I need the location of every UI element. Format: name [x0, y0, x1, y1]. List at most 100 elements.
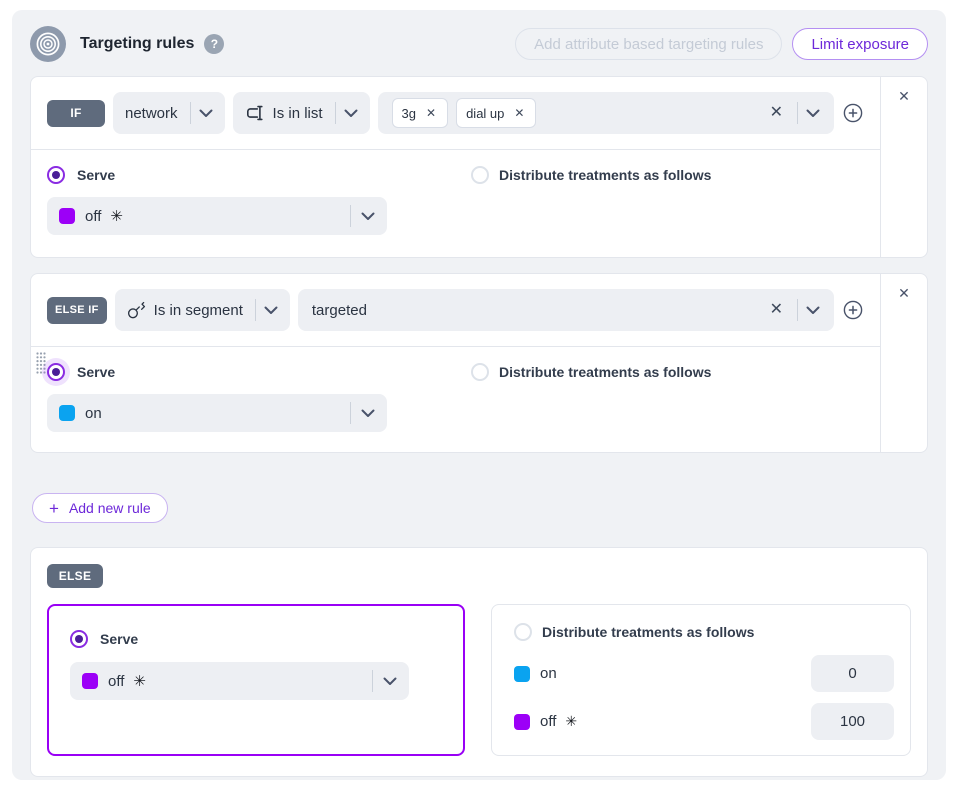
- help-icon[interactable]: ?: [204, 34, 224, 54]
- treatment-color-swatch: [59, 208, 75, 224]
- treatment-select[interactable]: off ✳: [70, 662, 409, 700]
- select-divider: [190, 102, 191, 124]
- add-condition-icon[interactable]: [842, 102, 864, 124]
- remove-rule-icon[interactable]: ✕: [898, 89, 910, 103]
- default-rule-row: Serve off ✳ Distribute treatments as fol…: [47, 604, 911, 756]
- treatment-select-value: off: [108, 673, 124, 690]
- value-chip-label: 3g: [402, 106, 416, 121]
- plus-icon: +: [49, 500, 59, 517]
- chevron-down-icon[interactable]: [199, 109, 213, 118]
- segment-select[interactable]: targeted ✕: [298, 289, 834, 331]
- chevron-down-icon[interactable]: [361, 212, 375, 221]
- if-badge: IF: [47, 100, 105, 127]
- value-chip: dial up ✕: [456, 98, 536, 128]
- targeting-rules-page: { "header": { "title": "Targeting rules"…: [0, 0, 959, 792]
- treatment-color-swatch: [59, 405, 75, 421]
- condition-row: ELSE IF Is in segment targeted ✕: [31, 274, 880, 347]
- else-if-badge: ELSE IF: [47, 297, 107, 324]
- chevron-down-icon[interactable]: [264, 306, 278, 315]
- key-icon: [127, 301, 146, 320]
- serve-radio[interactable]: [47, 166, 65, 184]
- distribute-radio[interactable]: [471, 166, 489, 184]
- value-chip: 3g ✕: [392, 98, 449, 128]
- serve-option: Serve: [47, 363, 864, 381]
- chevron-down-icon[interactable]: [383, 677, 397, 686]
- treatment-select-value: on: [85, 405, 102, 422]
- target-icon: [30, 26, 66, 62]
- values-multiselect[interactable]: 3g ✕ dial up ✕ ✕: [378, 92, 834, 134]
- attribute-select[interactable]: network: [113, 92, 225, 134]
- rule-card-else-if: ✕ ELSE IF Is in segment: [30, 273, 928, 453]
- matcher-select[interactable]: Is in segment: [115, 289, 290, 331]
- value-chip-label: dial up: [466, 106, 504, 121]
- matcher-select-value: Is in segment: [154, 302, 243, 319]
- allocation-row: on 0: [514, 655, 894, 692]
- chevron-down-icon[interactable]: [806, 306, 820, 315]
- add-new-rule-label: Add new rule: [69, 500, 151, 516]
- limit-exposure-button[interactable]: Limit exposure: [792, 28, 928, 60]
- serve-radio[interactable]: [47, 363, 65, 381]
- treatment-color-swatch: [82, 673, 98, 689]
- allocation-treatment-name: off: [540, 713, 556, 730]
- distribute-radio[interactable]: [471, 363, 489, 381]
- targeting-rules-panel: Targeting rules ? Add attribute based ta…: [12, 10, 946, 780]
- distribute-option: Distribute treatments as follows: [471, 166, 711, 184]
- distribute-label: Distribute treatments as follows: [499, 364, 711, 380]
- else-badge: ELSE: [47, 564, 103, 588]
- clear-values-icon[interactable]: ✕: [768, 105, 785, 121]
- chevron-down-icon[interactable]: [806, 109, 820, 118]
- allocation-percent-input[interactable]: 0: [811, 655, 894, 692]
- select-divider: [350, 402, 351, 424]
- allocation-percent-input[interactable]: 100: [811, 703, 894, 740]
- add-new-rule-button[interactable]: + Add new rule: [32, 493, 168, 523]
- default-treatment-icon: ✳: [565, 713, 577, 730]
- remove-value-icon[interactable]: ✕: [424, 107, 438, 119]
- treatment-color-swatch: [514, 666, 530, 682]
- panel-header: Targeting rules ? Add attribute based ta…: [30, 26, 928, 62]
- serve-option: Serve: [70, 630, 447, 648]
- serve-section: Serve Distribute treatments as follows o…: [31, 347, 880, 448]
- select-divider: [255, 299, 256, 321]
- distribute-label: Distribute treatments as follows: [542, 624, 754, 640]
- distribute-label: Distribute treatments as follows: [499, 167, 711, 183]
- serve-label: Serve: [77, 167, 115, 183]
- distribute-option: Distribute treatments as follows: [514, 623, 894, 641]
- serve-section: Serve Distribute treatments as follows o…: [31, 150, 880, 251]
- rule-card-if: ✕ IF network Is in list: [30, 76, 928, 258]
- default-treatment-icon: ✳: [110, 207, 123, 225]
- page-title: Targeting rules: [80, 35, 194, 53]
- serve-label: Serve: [77, 364, 115, 380]
- select-divider: [797, 102, 798, 124]
- text-input-icon: [245, 104, 265, 122]
- add-condition-icon[interactable]: [842, 299, 864, 321]
- serve-radio[interactable]: [70, 630, 88, 648]
- select-divider: [797, 299, 798, 321]
- serve-label: Serve: [100, 631, 138, 647]
- allocation-treatment-name: on: [540, 665, 557, 682]
- serve-panel-selected[interactable]: Serve off ✳: [47, 604, 465, 756]
- remove-value-icon[interactable]: ✕: [512, 107, 526, 119]
- default-treatment-icon: ✳: [133, 672, 146, 690]
- default-rule-card: ELSE Serve off ✳: [30, 547, 928, 777]
- select-divider: [350, 205, 351, 227]
- distribute-radio[interactable]: [514, 623, 532, 641]
- matcher-select-value: Is in list: [273, 105, 323, 122]
- allocation-row: off ✳ 100: [514, 703, 894, 740]
- attribute-select-value: network: [125, 105, 178, 122]
- select-divider: [335, 102, 336, 124]
- chevron-down-icon[interactable]: [361, 409, 375, 418]
- clear-segment-icon[interactable]: ✕: [768, 302, 785, 318]
- rule-close-column: ✕: [880, 274, 927, 452]
- select-divider: [372, 670, 373, 692]
- treatment-select[interactable]: on: [47, 394, 387, 432]
- treatment-select[interactable]: off ✳: [47, 197, 387, 235]
- add-attribute-rules-button[interactable]: Add attribute based targeting rules: [515, 28, 782, 60]
- treatment-color-swatch: [514, 714, 530, 730]
- condition-row: IF network Is in list: [31, 77, 880, 150]
- remove-rule-icon[interactable]: ✕: [898, 286, 910, 300]
- distribute-panel[interactable]: Distribute treatments as follows on 0 of…: [491, 604, 911, 756]
- segment-select-value: targeted: [312, 302, 367, 319]
- matcher-select[interactable]: Is in list: [233, 92, 370, 134]
- chevron-down-icon[interactable]: [344, 109, 358, 118]
- serve-option: Serve: [47, 166, 864, 184]
